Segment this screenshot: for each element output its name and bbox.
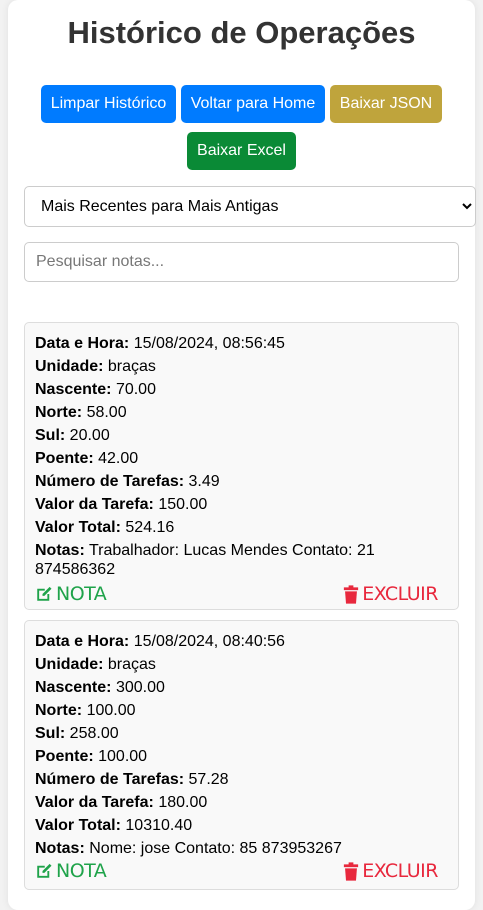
delete-record-button[interactable]: EXCLUIR [343, 583, 438, 605]
record-sul: Sul: 258.00 [35, 725, 119, 742]
sort-order-select[interactable]: Mais Recentes para Mais Antigas [24, 186, 476, 227]
record-notes: Notas: Nome: jose Contato: 85 873953267 [35, 840, 342, 857]
record-actions: NOTA EXCLUIR [35, 583, 448, 609]
record-poente: Poente: 100.00 [35, 748, 148, 765]
download-json-button[interactable]: Baixar JSON [330, 85, 442, 123]
record-datetime: Data e Hora: 15/08/2024, 08:40:56 [35, 633, 285, 650]
record-notes: Notas: Trabalhador: Lucas Mendes Contato… [35, 542, 375, 578]
download-excel-button[interactable]: Baixar Excel [187, 132, 296, 170]
trash-icon [344, 861, 359, 881]
delete-record-button[interactable]: EXCLUIR [343, 860, 438, 882]
clear-history-button[interactable]: Limpar Histórico [41, 85, 176, 123]
edit-note-button[interactable]: NOTA [35, 583, 107, 605]
edit-icon [37, 586, 52, 601]
record-total-value: Valor Total: 10310.40 [35, 817, 193, 834]
record-norte: Norte: 100.00 [35, 702, 136, 719]
record-task-count: Número de Tarefas: 57.28 [35, 771, 229, 788]
record-sul: Sul: 20.00 [35, 427, 110, 444]
search-notes-input[interactable] [24, 242, 459, 282]
record-unit: Unidade: braças [35, 358, 156, 375]
history-record-card: Data e Hora: 15/08/2024, 08:40:56 Unidad… [24, 620, 459, 890]
edit-icon [37, 863, 52, 878]
page-title: Histórico de Operações [67, 15, 416, 50]
history-panel: Histórico de Operações Limpar Histórico … [8, 0, 476, 910]
record-unit: Unidade: braças [35, 656, 156, 673]
record-total-value: Valor Total: 524.16 [35, 519, 175, 536]
edit-note-button[interactable]: NOTA [35, 860, 107, 882]
record-task-value: Valor da Tarefa: 150.00 [35, 496, 208, 513]
record-norte: Norte: 58.00 [35, 404, 127, 421]
record-actions: NOTA EXCLUIR [35, 860, 448, 886]
trash-icon [344, 584, 359, 604]
record-nascente: Nascente: 70.00 [35, 381, 156, 398]
record-task-count: Número de Tarefas: 3.49 [35, 473, 220, 490]
history-record-card: Data e Hora: 15/08/2024, 08:56:45 Unidad… [24, 322, 459, 610]
record-nascente: Nascente: 300.00 [35, 679, 165, 696]
record-task-value: Valor da Tarefa: 180.00 [35, 794, 208, 811]
record-poente: Poente: 42.00 [35, 450, 139, 467]
back-home-button[interactable]: Voltar para Home [181, 85, 325, 123]
record-datetime: Data e Hora: 15/08/2024, 08:56:45 [35, 335, 285, 352]
